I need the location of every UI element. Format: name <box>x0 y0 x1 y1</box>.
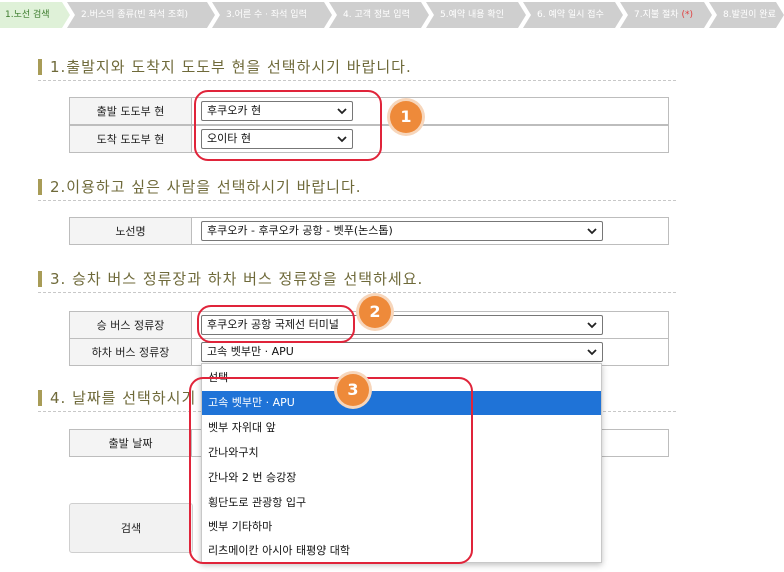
departure-date-label: 출발 날짜 <box>70 430 192 456</box>
section-4-title: 4. 날짜를 선택하시기 <box>38 387 196 409</box>
arrival-label: 도착 도도부 현 <box>70 126 192 152</box>
search-button[interactable]: 검색 <box>69 503 193 553</box>
alighting-stop-select[interactable]: 고속 벳부만 · APU <box>201 342 603 362</box>
boarding-stop-label: 승 버스 정류장 <box>70 312 192 338</box>
step-customer-info: 4. 고객 정보 입력 <box>329 2 429 28</box>
section-1-title: 1.출발지와 도착지 도도부 현을 선택하시기 바랍니다. <box>38 56 412 78</box>
step-ticket-issued: 8.발권이 완료 <box>709 2 784 28</box>
step-bus-type: 2.버스의 종류(빈 좌석 조회) <box>67 2 215 28</box>
callout-badge-3: 3 <box>337 374 369 406</box>
section-2-divider <box>38 200 676 201</box>
chevron-down-icon <box>587 228 597 235</box>
step-route-search: 1.노선 검색 <box>0 2 70 28</box>
step-payment: 7.지불 절차 (*) <box>620 2 712 28</box>
route-label: 노선명 <box>70 218 192 244</box>
callout-ring-1 <box>194 90 382 161</box>
section-1-divider <box>38 80 676 81</box>
callout-ring-3 <box>189 377 473 564</box>
callout-badge-2: 2 <box>359 296 391 328</box>
callout-ring-2 <box>197 305 355 343</box>
chevron-down-icon <box>587 322 597 329</box>
callout-badge-1: 1 <box>390 101 422 133</box>
step-reservation: 6. 예약 일시 접수 <box>523 2 623 28</box>
departure-label: 출발 도도부 현 <box>70 98 192 124</box>
alighting-stop-label: 하차 버스 정류장 <box>70 339 192 365</box>
progress-steps: 1.노선 검색 2.버스의 종류(빈 좌석 조회) 3.어른 수 · 좌석 입력… <box>0 0 784 32</box>
route-select[interactable]: 후쿠오카 - 후쿠오카 공항 - 벳푸(논스톱) <box>201 221 603 241</box>
section-3-title: 3. 승차 버스 정류장과 하차 버스 정류장을 선택하세요. <box>38 268 423 290</box>
route-row: 노선명 후쿠오카 - 후쿠오카 공항 - 벳푸(논스톱) <box>69 217 669 245</box>
section-3-divider <box>38 292 676 293</box>
section-2-title: 2.이용하고 싶은 사람을 선택하시기 바랍니다. <box>38 176 362 198</box>
step-confirm: 5.예약 내용 확인 <box>426 2 526 28</box>
alighting-stop-row: 하차 버스 정류장 고속 벳부만 · APU <box>69 338 669 366</box>
chevron-down-icon <box>587 349 597 356</box>
step-passengers: 3.어른 수 · 좌석 입력 <box>212 2 332 28</box>
